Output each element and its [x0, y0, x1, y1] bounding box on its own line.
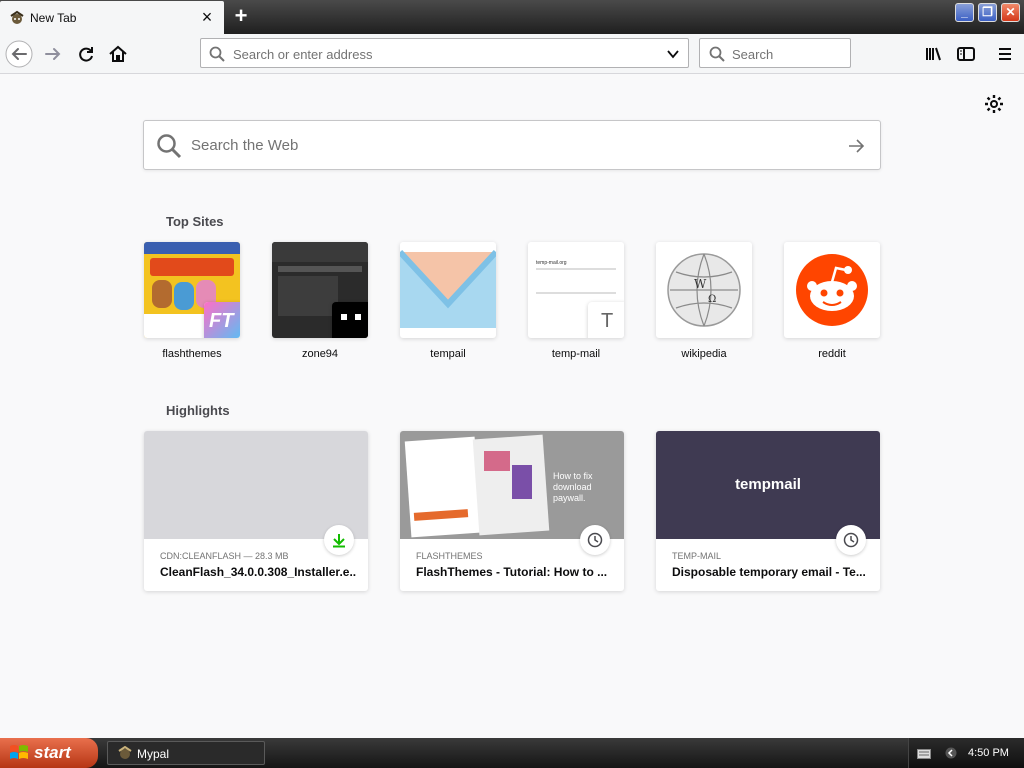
- system-tray: 4:50 PM: [908, 738, 1024, 768]
- site-badge: FT: [204, 302, 240, 338]
- web-search-placeholder: Search the Web: [191, 137, 299, 154]
- new-tab-page: Search the Web Top Sites FT flashthemes: [0, 75, 1024, 738]
- card-context: TEMP-MAIL: [672, 551, 722, 561]
- mypal-app-icon: [118, 746, 132, 759]
- sidebar-icon: [957, 47, 975, 61]
- sidebar-button[interactable]: [952, 40, 980, 68]
- tab-strip: New Tab × + _ ❐ ✕: [0, 0, 1024, 34]
- home-icon: [109, 45, 127, 62]
- arrow-right-icon[interactable]: [846, 136, 866, 156]
- site-badge: T: [588, 302, 624, 338]
- reddit-logo-icon: [796, 254, 868, 326]
- close-window-button[interactable]: ✕: [1001, 3, 1020, 22]
- recent-badge: [836, 525, 866, 555]
- tab-close-button[interactable]: ×: [200, 8, 214, 26]
- address-placeholder: Search or enter address: [233, 47, 373, 62]
- top-sites-heading: Top Sites: [166, 214, 224, 229]
- download-badge: [324, 525, 354, 555]
- card-title: FlashThemes - Tutorial: How to ...: [416, 565, 608, 579]
- taskbar: start Mypal 4:50 PM: [0, 738, 1024, 768]
- search-placeholder: Search: [732, 47, 774, 62]
- new-tab-button[interactable]: +: [231, 4, 251, 28]
- preview-caption: How to fix download paywall.: [553, 471, 593, 503]
- site-badge: [332, 302, 368, 338]
- search-icon: [709, 46, 725, 62]
- top-site-temp-mail[interactable]: temp-mail.org T temp-mail: [528, 242, 624, 360]
- mypal-favicon-icon: [10, 10, 24, 24]
- site-label: flashthemes: [162, 348, 222, 360]
- card-preview: How to fix download paywall.: [400, 431, 624, 539]
- back-button[interactable]: [5, 40, 33, 68]
- start-button[interactable]: start: [0, 738, 98, 768]
- home-button[interactable]: [104, 40, 132, 68]
- clock-icon: [587, 532, 603, 548]
- reload-button[interactable]: [72, 40, 100, 68]
- site-thumbnail: [784, 242, 880, 338]
- highlight-card[interactable]: How to fix download paywall. FLASHTHEMES…: [400, 431, 624, 591]
- card-title: CleanFlash_34.0.0.308_Installer.e...: [160, 565, 356, 579]
- search-bar[interactable]: Search: [699, 38, 851, 68]
- svg-text:W: W: [694, 277, 707, 291]
- highlights-heading: Highlights: [166, 403, 230, 418]
- hamburger-menu-icon: [999, 48, 1011, 60]
- nav-toolbar: Search or enter address Search: [0, 34, 1024, 74]
- keyboard-icon[interactable]: [917, 749, 931, 759]
- clock-icon: [843, 532, 859, 548]
- search-icon: [209, 46, 225, 62]
- clock: 4:50 PM: [968, 747, 1009, 759]
- start-label: start: [34, 743, 71, 762]
- top-site-zone94[interactable]: zone94: [272, 242, 368, 360]
- windows-logo-icon: [10, 745, 28, 759]
- forward-button[interactable]: [40, 40, 68, 68]
- site-thumbnail: temp-mail.org T: [528, 242, 624, 338]
- address-bar[interactable]: Search or enter address: [200, 38, 689, 68]
- top-site-tempail[interactable]: tempail: [400, 242, 496, 360]
- library-icon: [926, 47, 941, 61]
- library-button[interactable]: [920, 40, 948, 68]
- tab-title: New Tab: [30, 11, 77, 25]
- wikipedia-globe-icon: W Ω: [667, 253, 741, 327]
- site-label: tempail: [430, 348, 466, 360]
- highlight-card[interactable]: CDN:CLEANFLASH — 28.3 MB CleanFlash_34.0…: [144, 431, 368, 591]
- svg-text:Ω: Ω: [708, 294, 716, 305]
- site-label: temp-mail: [551, 348, 601, 360]
- reload-icon: [79, 47, 93, 62]
- site-thumbnail: [400, 242, 496, 338]
- thumbnail-text: temp-mail.org: [536, 260, 567, 266]
- gear-icon[interactable]: [984, 94, 1004, 114]
- card-context: CDN:CLEANFLASH — 28.3 MB: [160, 551, 289, 561]
- card-context: FLASHTHEMES: [416, 551, 483, 561]
- taskbar-item-label: Mypal: [137, 747, 170, 761]
- card-preview: tempmail: [656, 431, 880, 539]
- search-icon: [157, 134, 182, 159]
- chevron-down-icon[interactable]: [666, 47, 680, 61]
- tab-new-tab[interactable]: New Tab ×: [0, 1, 224, 34]
- site-label: reddit: [818, 348, 846, 360]
- site-label: wikipedia: [681, 348, 727, 360]
- minimize-button[interactable]: _: [955, 3, 974, 22]
- forward-arrow-icon: [45, 48, 61, 60]
- maximize-button[interactable]: ❐: [978, 3, 997, 22]
- top-site-wikipedia[interactable]: W Ω wikipedia: [656, 242, 752, 360]
- badge-text: FT: [209, 310, 234, 332]
- preview-caption: tempmail: [735, 476, 801, 493]
- card-title: Disposable temporary email - Te...: [672, 565, 866, 579]
- card-preview: [144, 431, 368, 539]
- menu-button[interactable]: [991, 40, 1019, 68]
- taskbar-item-mypal[interactable]: Mypal: [107, 741, 265, 765]
- chevron-left-icon[interactable]: [945, 747, 957, 759]
- site-thumbnail: W Ω: [656, 242, 752, 338]
- top-site-flashthemes[interactable]: FT flashthemes: [144, 242, 240, 360]
- tempail-logo-icon: [400, 249, 496, 328]
- site-thumbnail: FT: [144, 242, 240, 338]
- site-thumbnail: [272, 242, 368, 338]
- back-arrow-icon: [5, 40, 33, 68]
- recent-badge: [580, 525, 610, 555]
- download-icon: [333, 534, 345, 548]
- top-site-reddit[interactable]: reddit: [784, 242, 880, 360]
- web-search-box[interactable]: Search the Web: [143, 120, 881, 170]
- highlight-card[interactable]: tempmail TEMP-MAIL Disposable temporary …: [656, 431, 880, 591]
- badge-text: T: [601, 310, 614, 332]
- site-label: zone94: [301, 348, 339, 360]
